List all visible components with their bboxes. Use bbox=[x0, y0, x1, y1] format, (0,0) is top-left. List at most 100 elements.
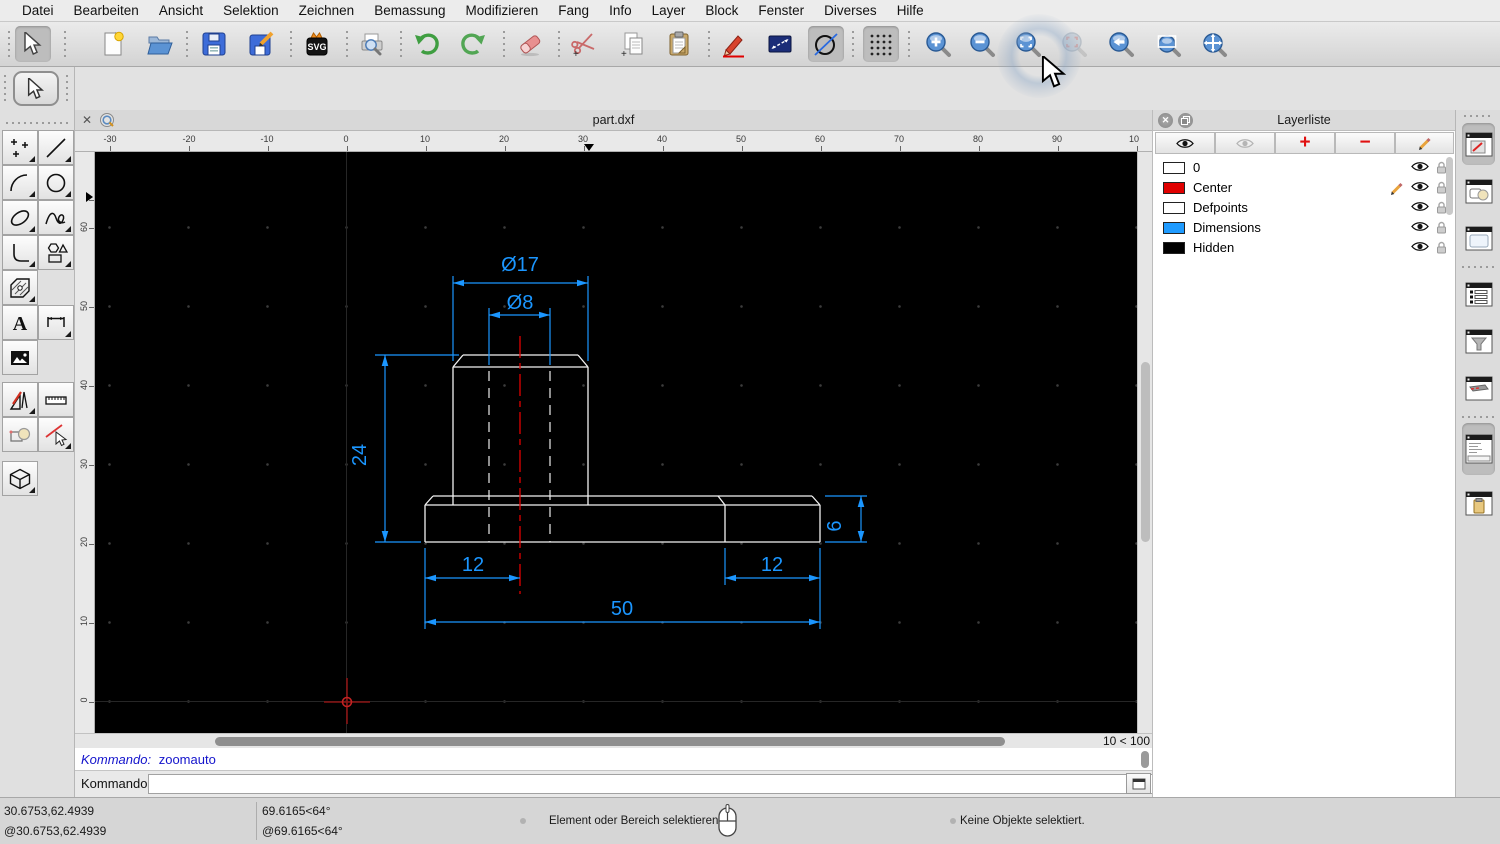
menu-hilfe[interactable]: Hilfe bbox=[887, 3, 934, 18]
layer-add-button[interactable]: + bbox=[1275, 132, 1335, 154]
layer-row-dimensions[interactable]: Dimensions bbox=[1153, 218, 1455, 238]
zoom-in-button[interactable] bbox=[920, 26, 956, 62]
undo-button[interactable] bbox=[409, 26, 445, 62]
layer-list-scrollbar-thumb[interactable] bbox=[1446, 157, 1453, 215]
menu-bemassung[interactable]: Bemassung bbox=[364, 3, 455, 18]
tool-arc[interactable] bbox=[2, 165, 38, 200]
selection-tool-button[interactable] bbox=[15, 26, 51, 62]
zoom-out-button[interactable] bbox=[964, 26, 1000, 62]
layer-row-center[interactable]: Center bbox=[1153, 178, 1455, 198]
dock-library-browser-button[interactable] bbox=[1462, 217, 1495, 259]
history-scrollbar-thumb[interactable] bbox=[1141, 751, 1149, 768]
new-file-button[interactable] bbox=[95, 26, 131, 62]
open-file-button[interactable] bbox=[142, 26, 178, 62]
dimension-style-button[interactable] bbox=[762, 26, 798, 62]
tool-dimension[interactable] bbox=[38, 305, 74, 340]
layer-panel-close-icon[interactable]: ✕ bbox=[1158, 113, 1173, 128]
layer-name[interactable]: Center bbox=[1193, 180, 1232, 195]
tool-spline[interactable] bbox=[38, 200, 74, 235]
dock-clipboard-button[interactable] bbox=[1462, 482, 1495, 524]
zoom-window-button[interactable] bbox=[1150, 26, 1186, 62]
dock-view-toolbar-button[interactable] bbox=[1462, 367, 1495, 409]
construction-mode-button[interactable] bbox=[808, 26, 844, 62]
layer-row-defpoints[interactable]: Defpoints bbox=[1153, 198, 1455, 218]
layer-name[interactable]: Hidden bbox=[1193, 240, 1234, 255]
paste-button[interactable] bbox=[661, 26, 697, 62]
dock-layer-list-button[interactable] bbox=[1462, 273, 1495, 315]
layer-remove-button[interactable]: − bbox=[1335, 132, 1395, 154]
dock-command-line-button[interactable] bbox=[1462, 423, 1495, 475]
layer-row-hidden[interactable]: Hidden bbox=[1153, 238, 1455, 258]
menu-diverses[interactable]: Diverses bbox=[814, 3, 887, 18]
tool-polyline[interactable] bbox=[2, 235, 38, 270]
menu-zeichnen[interactable]: Zeichnen bbox=[289, 3, 365, 18]
delete-button[interactable] bbox=[512, 26, 548, 62]
canvas-vertical-scrollbar[interactable] bbox=[1137, 152, 1152, 733]
menu-datei[interactable]: Datei bbox=[12, 3, 64, 18]
layer-visible-icon[interactable] bbox=[1411, 201, 1429, 212]
layer-lock-icon[interactable] bbox=[1436, 241, 1447, 254]
redo-button[interactable] bbox=[455, 26, 491, 62]
menu-selektion[interactable]: Selektion bbox=[213, 3, 289, 18]
tool-measure[interactable] bbox=[38, 382, 74, 417]
grid-toggle-button[interactable] bbox=[863, 26, 899, 62]
layer-color-swatch[interactable] bbox=[1163, 202, 1185, 214]
menu-ansicht[interactable]: Ansicht bbox=[149, 3, 213, 18]
layer-visible-icon[interactable] bbox=[1411, 221, 1429, 232]
layer-name[interactable]: Dimensions bbox=[1193, 220, 1261, 235]
layer-color-swatch[interactable] bbox=[1163, 222, 1185, 234]
layer-edit-button[interactable] bbox=[1395, 132, 1454, 154]
layer-panel-float-icon[interactable] bbox=[1178, 113, 1193, 128]
cut-button[interactable]: + bbox=[567, 26, 603, 62]
tool-image[interactable] bbox=[2, 340, 38, 375]
tool-hatch[interactable] bbox=[2, 270, 38, 305]
layer-color-swatch[interactable] bbox=[1163, 162, 1185, 174]
layer-name[interactable]: Defpoints bbox=[1193, 200, 1248, 215]
layer-show-all-button[interactable] bbox=[1155, 132, 1215, 154]
h-scroll-thumb[interactable] bbox=[215, 737, 1005, 746]
menu-modifizieren[interactable]: Modifizieren bbox=[456, 3, 549, 18]
document-title[interactable]: part.dxf bbox=[75, 113, 1152, 127]
layer-color-swatch[interactable] bbox=[1163, 182, 1185, 194]
copy-button[interactable]: + bbox=[615, 26, 651, 62]
layer-name[interactable]: 0 bbox=[1193, 160, 1200, 175]
tool-line[interactable] bbox=[38, 130, 74, 165]
tool-modify[interactable] bbox=[2, 382, 38, 417]
command-dock-button[interactable] bbox=[1126, 773, 1151, 794]
layer-lock-icon[interactable] bbox=[1436, 221, 1447, 234]
drawing-canvas[interactable]: Ø17 Ø8 24 6 12 12 50 bbox=[95, 152, 1137, 733]
save-button[interactable] bbox=[196, 26, 232, 62]
tool-polygon[interactable] bbox=[38, 235, 74, 270]
menu-fang[interactable]: Fang bbox=[548, 3, 599, 18]
tool-circle[interactable] bbox=[38, 165, 74, 200]
layer-hide-all-button[interactable] bbox=[1215, 132, 1275, 154]
save-as-button[interactable] bbox=[243, 26, 279, 62]
canvas-horizontal-scrollbar[interactable] bbox=[95, 734, 1090, 749]
zoom-back-button[interactable] bbox=[1103, 26, 1139, 62]
menu-layer[interactable]: Layer bbox=[642, 3, 696, 18]
menu-bearbeiten[interactable]: Bearbeiten bbox=[64, 3, 149, 18]
menu-block[interactable]: Block bbox=[695, 3, 748, 18]
dock-selection-filter-button[interactable] bbox=[1462, 320, 1495, 362]
menu-info[interactable]: Info bbox=[599, 3, 642, 18]
dock-block-list-button[interactable] bbox=[1462, 170, 1495, 212]
layer-edit-pencil-icon[interactable] bbox=[1389, 181, 1404, 196]
tool-text[interactable]: A bbox=[2, 305, 38, 340]
tool-ellipse[interactable] bbox=[2, 200, 38, 235]
tool-blocks[interactable] bbox=[2, 417, 38, 452]
layer-row-0[interactable]: 0 bbox=[1153, 158, 1455, 178]
pen-attributes-button[interactable] bbox=[715, 26, 751, 62]
svg-export-button[interactable]: SVG bbox=[299, 26, 335, 62]
layer-visible-icon[interactable] bbox=[1411, 241, 1429, 252]
tool-select-entity[interactable] bbox=[38, 417, 74, 452]
zoom-pan-button[interactable] bbox=[1196, 26, 1232, 62]
layer-visible-icon[interactable] bbox=[1411, 181, 1429, 192]
layer-visible-icon[interactable] bbox=[1411, 161, 1429, 172]
tool-points[interactable] bbox=[2, 130, 38, 165]
print-preview-button[interactable] bbox=[354, 26, 390, 62]
menu-fenster[interactable]: Fenster bbox=[748, 3, 814, 18]
v-scroll-thumb[interactable] bbox=[1141, 362, 1150, 542]
command-input[interactable] bbox=[148, 774, 1196, 794]
layer-color-swatch[interactable] bbox=[1163, 242, 1185, 254]
tool-3d-box[interactable] bbox=[2, 461, 38, 496]
